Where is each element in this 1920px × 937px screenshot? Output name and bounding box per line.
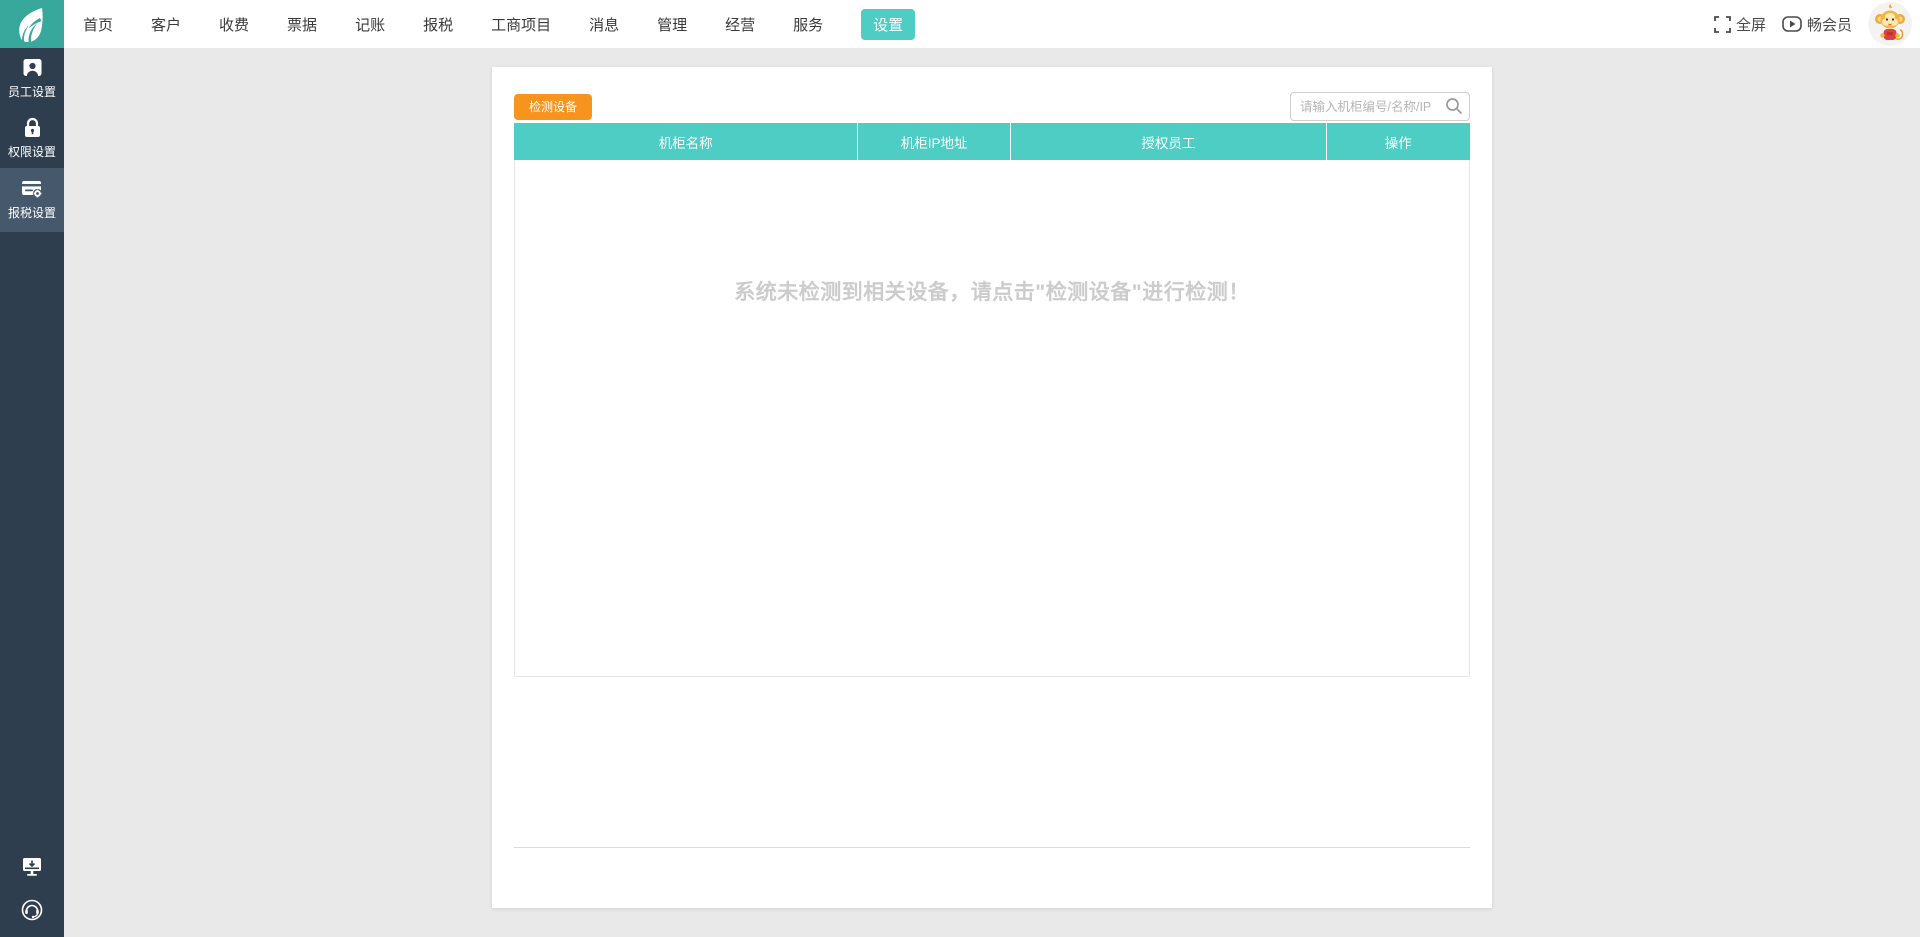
sidebar-item-permission-settings[interactable]: 权限设置 [0,108,64,168]
nav-item-tax[interactable]: 报税 [404,0,472,48]
device-panel: 检测设备 机柜名称 机柜IP地址 授权员工 操作 系统未检测到相关设备，请点击"… [492,67,1492,908]
nav-item-management[interactable]: 管理 [638,0,706,48]
monkey-avatar-image [1868,2,1912,46]
sidebar: 员工设置 权限设置 报税设置 [0,48,64,937]
nav-item-client[interactable]: 客户 [132,0,200,48]
main-nav: 首页 客户 收费 票据 记账 报税 工商项目 消息 管理 经营 服务 设置 [64,0,934,48]
fullscreen-button[interactable]: 全屏 [1714,14,1766,35]
sidebar-item-tax-settings[interactable]: 报税设置 [0,168,64,232]
device-table-body: 系统未检测到相关设备，请点击"检测设备"进行检测！ [514,160,1470,677]
sidebar-bottom-tools [0,857,64,937]
nav-item-invoice[interactable]: 票据 [268,0,336,48]
leaf-logo-icon [15,6,49,42]
col-header-cabinet-name: 机柜名称 [514,123,859,160]
topbar: 首页 客户 收费 票据 记账 报税 工商项目 消息 管理 经营 服务 设置 全屏 [0,0,1920,48]
fullscreen-icon [1714,15,1731,33]
nav-item-bookkeeping[interactable]: 记账 [336,0,404,48]
sidebar-item-employee-settings[interactable]: 员工设置 [0,48,64,108]
panel-toolbar: 检测设备 [514,92,1470,121]
fullscreen-label: 全屏 [1735,16,1766,34]
client-download-icon[interactable] [21,857,43,877]
detect-device-button[interactable]: 检测设备 [514,93,593,120]
nav-item-message[interactable]: 消息 [570,0,638,48]
customer-service-icon[interactable] [21,899,43,921]
nav-item-charge[interactable]: 收费 [200,0,268,48]
cabinet-search [1290,92,1470,121]
nav-item-operation[interactable]: 经营 [706,0,774,48]
member-button[interactable]: 畅会员 [1782,14,1852,35]
footer-divider [514,847,1470,848]
empty-state-message: 系统未检测到相关设备，请点击"检测设备"进行检测！ [734,281,1250,304]
col-header-cabinet-ip: 机柜IP地址 [858,123,1012,160]
sidebar-item-label: 报税设置 [7,206,56,220]
topbar-right-tools: 全屏 畅会员 [1714,2,1920,46]
col-header-actions: 操作 [1384,135,1412,151]
member-label: 畅会员 [1806,16,1852,34]
nav-item-business-project[interactable]: 工商项目 [472,0,570,48]
tax-card-gear-icon [21,179,43,199]
lock-icon [23,117,42,138]
nav-item-service[interactable]: 服务 [774,0,842,48]
nav-item-home[interactable]: 首页 [64,0,132,48]
main-area: 检测设备 机柜名称 机柜IP地址 授权员工 操作 系统未检测到相关设备，请点击"… [64,48,1920,937]
device-table-header: 机柜名称 机柜IP地址 授权员工 操作 [514,123,1470,160]
sidebar-item-label: 权限设置 [7,144,56,159]
nav-item-settings[interactable]: 设置 [842,0,934,48]
sidebar-item-label: 员工设置 [7,84,56,99]
user-avatar[interactable] [1868,2,1912,46]
col-header-authorized-staff: 授权员工 [1011,123,1327,160]
member-play-icon [1782,16,1802,32]
search-icon[interactable] [1445,97,1463,120]
app-logo[interactable] [0,0,64,48]
cabinet-search-input[interactable] [1290,92,1470,121]
employee-badge-icon [22,57,43,78]
